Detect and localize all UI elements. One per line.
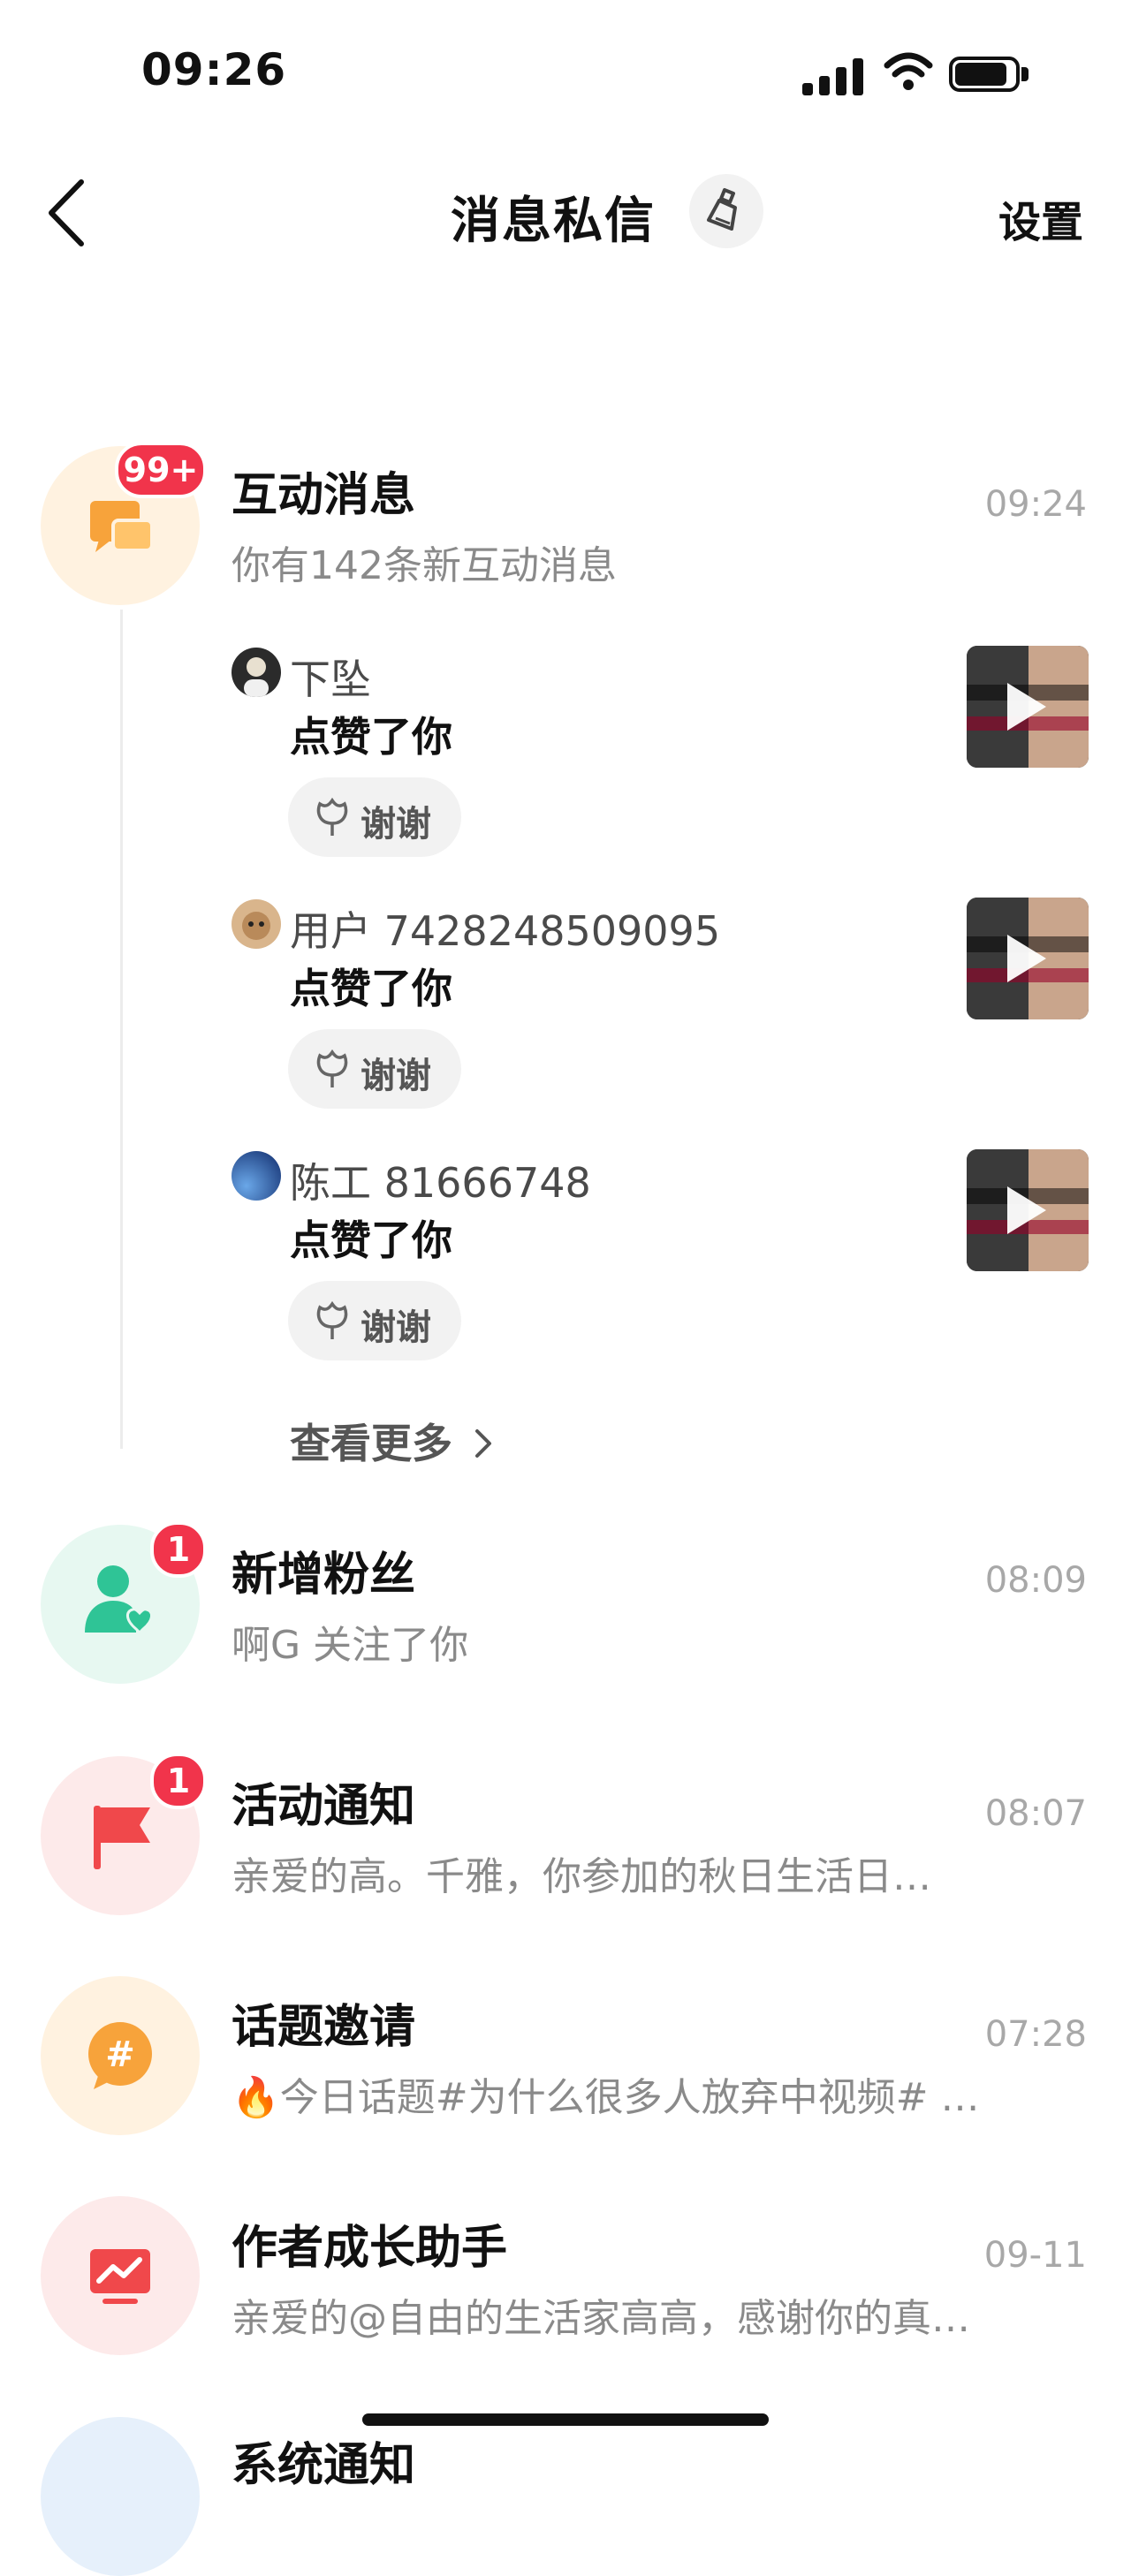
see-more-label: 查看更多 — [290, 1420, 452, 1467]
status-time: 09:26 — [141, 44, 287, 95]
interaction-subtitle: 你有142条新互动消息 — [232, 543, 617, 588]
thanks-label: 谢谢 — [361, 1056, 431, 1096]
video-thumbnail[interactable] — [967, 898, 1089, 1019]
growth-icon-bg[interactable] — [41, 2196, 200, 2355]
liker-name[interactable]: 陈工 81666748 — [290, 1151, 591, 1209]
play-icon — [1007, 683, 1046, 731]
topic-icon-bg[interactable]: # — [41, 1976, 200, 2135]
liker-name[interactable]: 用户 7428248509095 — [290, 899, 720, 958]
broom-icon — [707, 188, 737, 231]
topic-time: 07:28 — [984, 2014, 1087, 2055]
new-followers-title[interactable]: 新增粉丝 — [232, 1537, 415, 1603]
activity-title[interactable]: 活动通知 — [232, 1769, 415, 1835]
like-action: 点赞了你 — [290, 713, 452, 761]
thread-line — [120, 610, 123, 1449]
growth-subtitle: 亲爱的@自由的生活家高高，感谢你的真诚… — [232, 2296, 991, 2341]
home-indicator — [362, 2413, 769, 2426]
system-icon-bg[interactable] — [41, 2417, 200, 2576]
unread-badge: 1 — [150, 1521, 207, 1578]
activity-time: 08:07 — [984, 1793, 1087, 1834]
interaction-title[interactable]: 互动消息 — [232, 458, 415, 524]
topic-title[interactable]: 话题邀请 — [232, 1989, 415, 2056]
back-button[interactable] — [35, 173, 97, 253]
unread-badge: 1 — [150, 1753, 207, 1809]
thanks-button[interactable]: 谢谢 — [288, 1281, 461, 1360]
avatar[interactable] — [232, 899, 281, 949]
topic-subtitle: 🔥今日话题#为什么很多人放弃中视频# （… — [232, 2075, 991, 2120]
avatar[interactable] — [232, 648, 281, 697]
flower-icon — [316, 797, 348, 836]
flower-icon — [316, 1300, 348, 1339]
battery-icon — [949, 57, 1030, 95]
system-title[interactable]: 系统通知 — [232, 2428, 415, 2494]
growth-chart-icon — [90, 2249, 150, 2304]
thanks-button[interactable]: 谢谢 — [288, 777, 461, 857]
flower-icon — [316, 1049, 348, 1087]
page-title: 消息私信 — [451, 193, 656, 250]
video-thumbnail[interactable] — [967, 1149, 1089, 1271]
settings-button[interactable]: 设置 — [998, 187, 1083, 249]
thanks-label: 谢谢 — [361, 804, 431, 845]
play-icon — [1007, 1186, 1046, 1234]
interaction-time: 09:24 — [984, 484, 1087, 525]
unread-badge: 99+ — [115, 442, 207, 498]
thanks-button[interactable]: 谢谢 — [288, 1029, 461, 1109]
liker-name[interactable]: 下坠 — [290, 648, 371, 706]
new-followers-time: 08:09 — [984, 1560, 1087, 1601]
svg-text:#: # — [105, 2034, 135, 2075]
play-icon — [1007, 935, 1046, 982]
wifi-icon — [884, 52, 933, 90]
activity-subtitle: 亲爱的高。千雅，你参加的秋日生活日… — [232, 1854, 931, 1899]
hashtag-bubble-icon: # — [88, 2022, 152, 2089]
like-action: 点赞了你 — [290, 1216, 452, 1264]
chevron-right-icon — [475, 1429, 492, 1458]
see-more-link[interactable]: 查看更多 — [290, 1412, 495, 1470]
growth-time: 09-11 — [983, 2235, 1087, 2276]
new-followers-subtitle: 啊G 关注了你 — [232, 1623, 469, 1668]
video-thumbnail[interactable] — [967, 646, 1089, 768]
growth-title[interactable]: 作者成长助手 — [232, 2210, 507, 2277]
thanks-label: 谢谢 — [361, 1307, 431, 1348]
cellular-signal-icon — [802, 57, 864, 95]
clear-unread-button[interactable] — [689, 174, 763, 248]
like-action: 点赞了你 — [290, 965, 452, 1012]
avatar[interactable] — [232, 1151, 281, 1201]
